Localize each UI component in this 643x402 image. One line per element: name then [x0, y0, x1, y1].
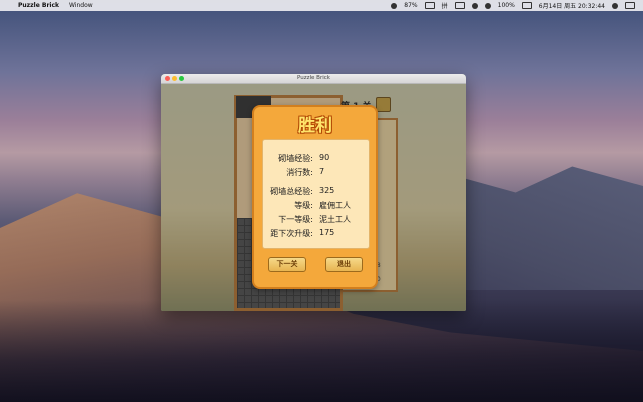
menu-bar: Puzzle Brick Window 87% 拼 100% 6月14日 周五 …	[0, 0, 643, 11]
input-method[interactable]: 拼	[442, 1, 448, 10]
stat-value: 90	[319, 153, 330, 162]
search-icon[interactable]	[612, 2, 618, 9]
app-menu[interactable]: Puzzle Brick	[18, 2, 59, 9]
stats-panel: 砌墙经验: 90 消行数: 7 砌墙总经验: 325 等级: 雇佣工人 下一等级…	[262, 139, 370, 249]
stat-label: 距下次升级:	[270, 229, 313, 238]
stat-value: 泥土工人	[319, 215, 351, 224]
stat-label: 消行数:	[286, 168, 313, 177]
window-menu[interactable]: Window	[69, 2, 93, 9]
close-button[interactable]	[165, 76, 170, 81]
minimize-button[interactable]	[172, 76, 177, 81]
stat-value: 325	[319, 186, 335, 195]
display-icon[interactable]	[454, 2, 465, 9]
window-title: Puzzle Brick	[297, 75, 330, 81]
clock[interactable]: 6月14日 周五 20:32:44	[539, 1, 605, 10]
exit-button[interactable]: 退出	[325, 257, 363, 272]
stat-value: 雇佣工人	[319, 201, 351, 210]
next-level-button[interactable]: 下一关	[268, 257, 306, 272]
dialog-title: 胜利	[298, 116, 332, 136]
desktop-shadow	[0, 300, 643, 402]
wifi-icon[interactable]	[471, 2, 478, 9]
volume-icon[interactable]	[484, 2, 491, 9]
battery-percent[interactable]: 87%	[404, 2, 417, 9]
zoom-button[interactable]	[179, 76, 184, 81]
stat-label: 砌墙经验:	[278, 154, 313, 163]
sync-icon[interactable]	[391, 2, 398, 9]
stat-label: 砌墙总经验:	[270, 187, 313, 196]
zoom-level[interactable]: 100%	[498, 2, 515, 9]
battery-icon[interactable]	[424, 2, 435, 9]
stat-value: 175	[319, 228, 335, 237]
stat-label: 等级:	[294, 201, 313, 210]
stat-label: 下一等级:	[278, 215, 313, 224]
notification-center-icon[interactable]	[625, 2, 635, 9]
victory-dialog: 胜利 砌墙经验: 90 消行数: 7 砌墙总经验: 325 等级: 雇佣工人 下…	[252, 105, 378, 289]
keyboard-icon[interactable]	[521, 2, 532, 9]
title-bar: Puzzle Brick	[161, 74, 466, 84]
stat-value: 7	[319, 167, 325, 176]
